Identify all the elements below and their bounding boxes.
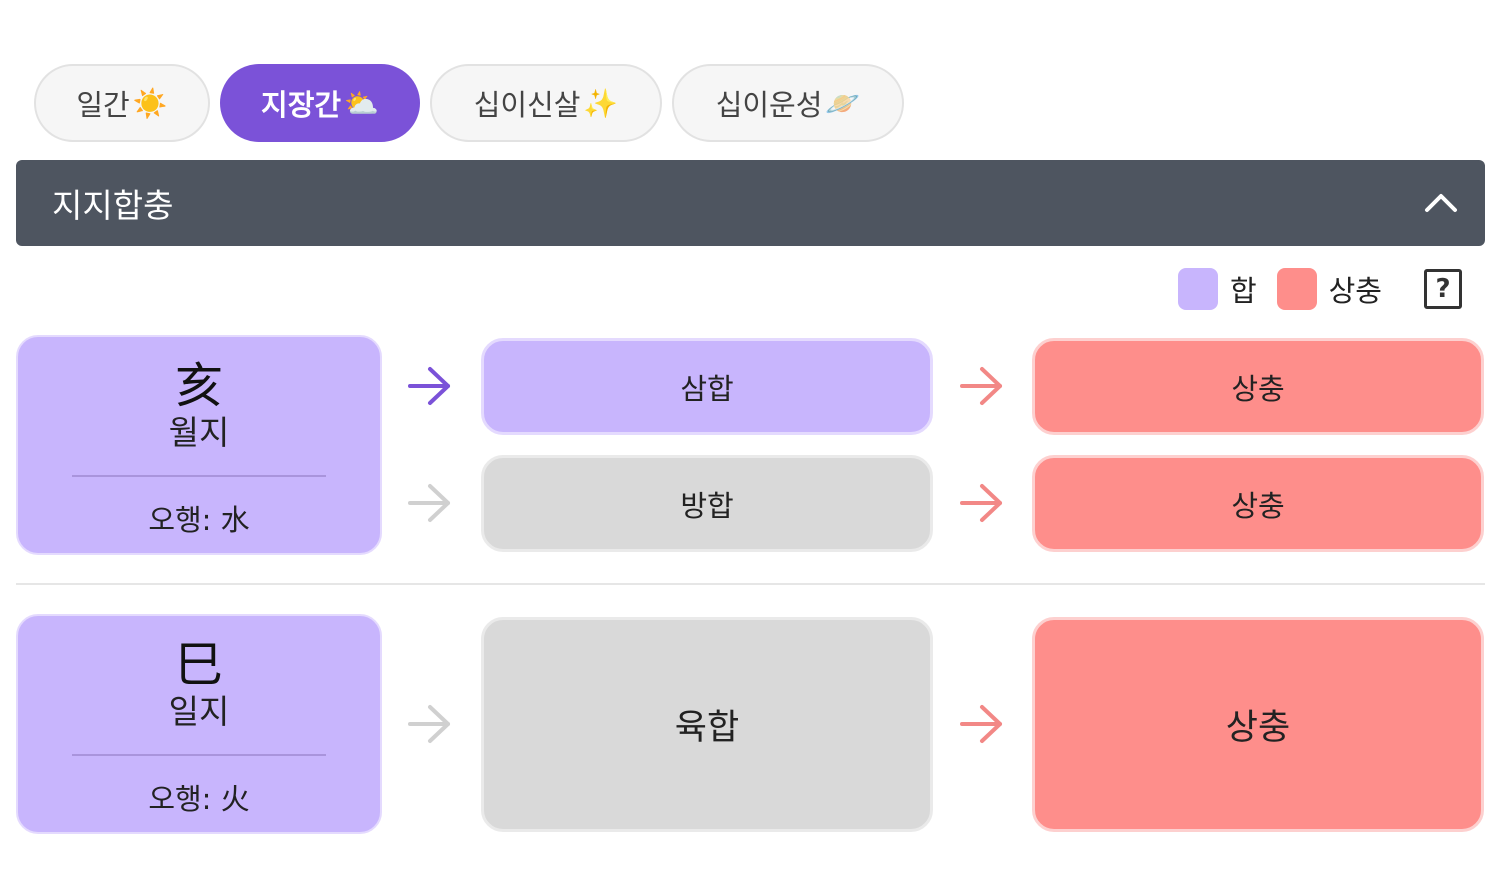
- branch-element: 오행: 水: [148, 503, 250, 537]
- hap-legend-label: 합: [1229, 274, 1257, 308]
- chung-legend-label: 상충: [1328, 274, 1382, 308]
- tab-label: 십이신살: [473, 88, 581, 122]
- planet-icon: 🪐: [825, 86, 861, 120]
- card-divider: [72, 754, 326, 756]
- result-sangchung[interactable]: 상충: [1032, 338, 1484, 435]
- combo-label: 삼합: [680, 371, 734, 406]
- combo-banghap[interactable]: 방합: [481, 455, 933, 552]
- chung-swatch: [1276, 268, 1317, 310]
- branch-pillar: 월지: [168, 413, 230, 452]
- arrow-right-icon: [960, 367, 1002, 405]
- result-sangchung[interactable]: 상충: [1032, 617, 1484, 832]
- arrow-right-icon: [960, 484, 1002, 522]
- tab-sibisinsal[interactable]: 십이신살 ✨: [430, 64, 662, 142]
- branch-hanja: 巳: [174, 637, 223, 693]
- tab-label: 일간: [76, 88, 130, 122]
- tab-jijanggan[interactable]: 지장간 ⛅: [220, 64, 420, 142]
- result-sangchung[interactable]: 상충: [1032, 455, 1484, 552]
- arrow-right-icon: [408, 484, 450, 522]
- sparkles-icon: ✨: [583, 86, 619, 120]
- result-label: 상충: [1231, 488, 1285, 523]
- tab-sibiunseong[interactable]: 십이운성 🪐: [672, 64, 904, 142]
- help-icon[interactable]: ?: [1424, 269, 1462, 309]
- result-label: 상충: [1231, 371, 1285, 406]
- sun-icon: ☀️: [132, 86, 168, 120]
- branch-hanja: 亥: [174, 358, 223, 414]
- combo-label: 육합: [674, 708, 740, 748]
- branch-element: 오행: 火: [148, 782, 250, 816]
- tab-label: 지장간: [261, 88, 342, 122]
- arrow-right-icon: [960, 705, 1002, 743]
- row-divider: [16, 583, 1485, 585]
- tab-label: 십이운성: [715, 88, 823, 122]
- tab-bar: 일간 ☀️ 지장간 ⛅ 십이신살 ✨ 십이운성 🪐: [34, 64, 904, 142]
- branch-card-ilji: 巳 일지 오행: 火: [16, 614, 382, 834]
- branch-card-wolji: 亥 월지 오행: 水: [16, 335, 382, 555]
- tab-ilgan[interactable]: 일간 ☀️: [34, 64, 210, 142]
- result-label: 상충: [1225, 708, 1291, 748]
- card-divider: [72, 475, 326, 477]
- cloud-sun-icon: ⛅: [344, 86, 379, 120]
- chevron-up-icon[interactable]: [1421, 186, 1461, 220]
- branch-pillar: 일지: [168, 692, 230, 731]
- hap-swatch: [1177, 268, 1218, 310]
- section-title: 지지합충: [52, 186, 174, 225]
- combo-label: 방합: [680, 488, 734, 523]
- legend: 합 상충 ?: [1177, 268, 1462, 310]
- combo-samhap[interactable]: 삼합: [481, 338, 933, 435]
- arrow-right-icon: [408, 367, 450, 405]
- section-header[interactable]: 지지합충: [16, 160, 1485, 246]
- arrow-right-icon: [408, 705, 450, 743]
- combo-yukhap[interactable]: 육합: [481, 617, 933, 832]
